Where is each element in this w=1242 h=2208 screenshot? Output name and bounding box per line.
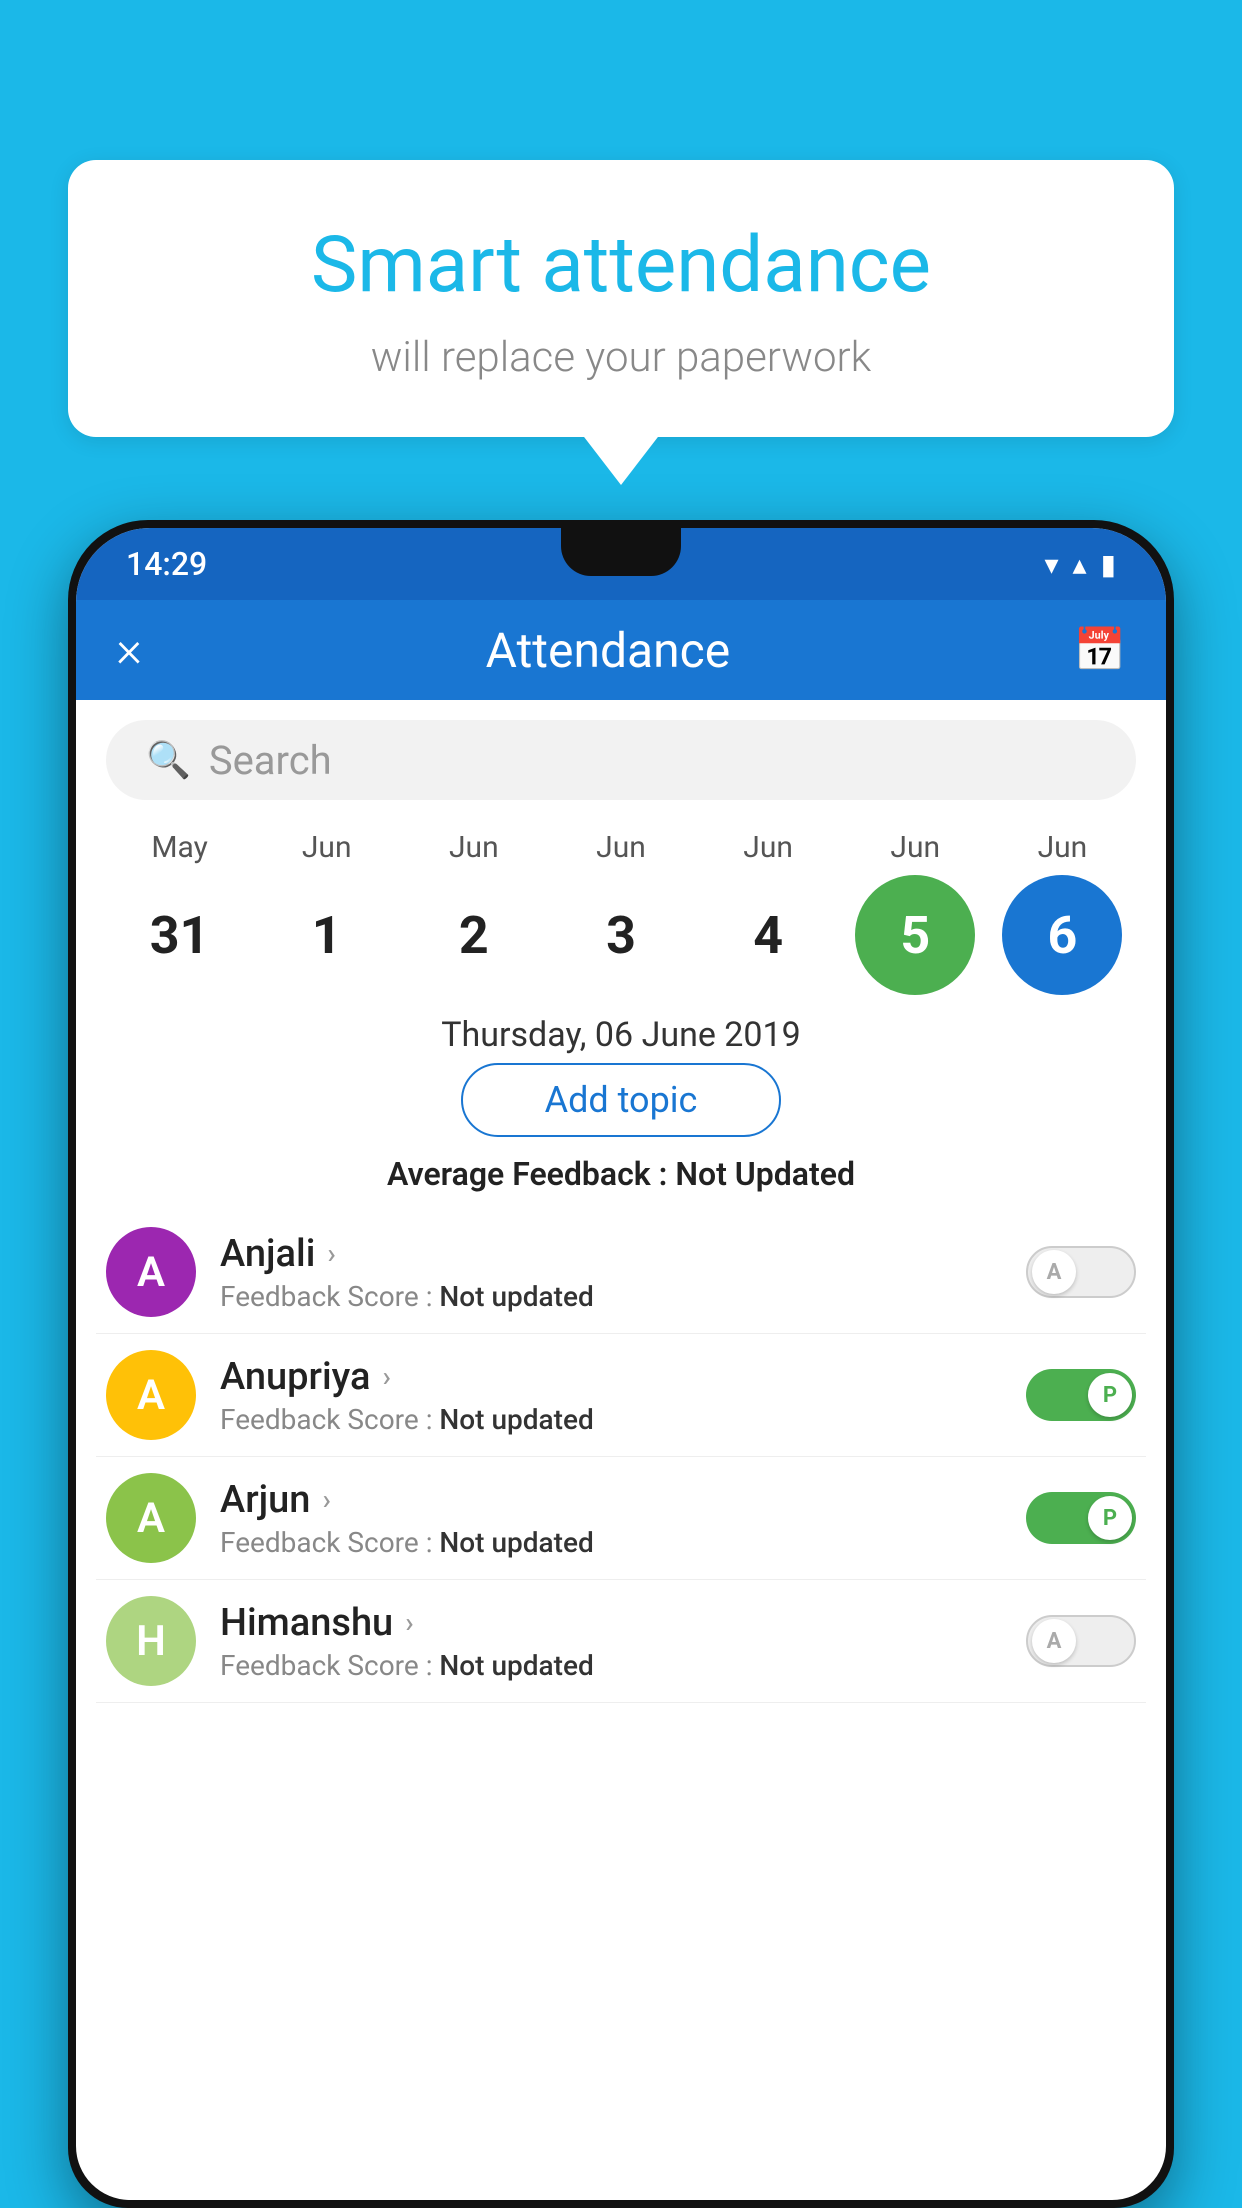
cal-date-2[interactable]: 2 xyxy=(414,875,534,995)
signal-icon: ▴ xyxy=(1073,548,1087,581)
speech-bubble: Smart attendance will replace your paper… xyxy=(68,160,1174,437)
student-item-1[interactable]: A Anupriya › Feedback Score : Not update… xyxy=(96,1334,1146,1457)
cal-date-1[interactable]: 1 xyxy=(267,875,387,995)
cal-month-5: Jun xyxy=(855,830,975,865)
status-icons: ▾ ▴ ▮ xyxy=(1044,548,1116,581)
attendance-toggle-3[interactable]: A xyxy=(1026,1615,1136,1667)
cal-month-2: Jun xyxy=(414,830,534,865)
cal-month-6: Jun xyxy=(1002,830,1122,865)
student-avatar-2: A xyxy=(106,1473,196,1563)
chevron-right-icon: › xyxy=(327,1237,335,1270)
status-time: 14:29 xyxy=(126,545,207,583)
student-info-1: Anupriya › Feedback Score : Not updated xyxy=(220,1355,1010,1436)
student-item-0[interactable]: A Anjali › Feedback Score : Not updated … xyxy=(96,1211,1146,1334)
avg-feedback-label: Average Feedback : xyxy=(387,1155,675,1193)
cal-date-6[interactable]: 6 xyxy=(1002,875,1122,995)
search-icon: 🔍 xyxy=(146,739,191,781)
student-feedback-1: Feedback Score : Not updated xyxy=(220,1403,1010,1436)
wifi-icon: ▾ xyxy=(1044,548,1058,581)
phone-screen: 14:29 ▾ ▴ ▮ × Attendance 📅 🔍 Search May … xyxy=(76,528,1166,2200)
attendance-toggle-0[interactable]: A xyxy=(1026,1246,1136,1298)
cal-date-0[interactable]: 31 xyxy=(120,875,240,995)
search-placeholder: Search xyxy=(209,737,332,784)
toggle-switch-1[interactable]: P xyxy=(1026,1369,1136,1421)
phone-frame: 14:29 ▾ ▴ ▮ × Attendance 📅 🔍 Search May … xyxy=(68,520,1174,2208)
chevron-right-icon: › xyxy=(405,1606,413,1639)
avg-feedback-value: Not Updated xyxy=(675,1155,855,1193)
cal-month-0: May xyxy=(120,830,240,865)
toggle-knob-1: P xyxy=(1088,1373,1132,1417)
calendar-strip: May Jun Jun Jun Jun Jun Jun 31 1 2 3 4 5… xyxy=(76,820,1166,1005)
student-item-3[interactable]: H Himanshu › Feedback Score : Not update… xyxy=(96,1580,1146,1703)
cal-month-3: Jun xyxy=(561,830,681,865)
student-info-0: Anjali › Feedback Score : Not updated xyxy=(220,1232,1010,1313)
student-avatar-3: H xyxy=(106,1596,196,1686)
student-avatar-0: A xyxy=(106,1227,196,1317)
chevron-right-icon: › xyxy=(322,1483,330,1516)
calendar-dates: 31 1 2 3 4 5 6 xyxy=(96,865,1146,1005)
attendance-toggle-2[interactable]: P xyxy=(1026,1492,1136,1544)
cal-date-3[interactable]: 3 xyxy=(561,875,681,995)
student-avatar-1: A xyxy=(106,1350,196,1440)
student-info-2: Arjun › Feedback Score : Not updated xyxy=(220,1478,1010,1559)
avg-feedback: Average Feedback : Not Updated xyxy=(76,1155,1166,1193)
bubble-title: Smart attendance xyxy=(118,220,1124,311)
cal-month-1: Jun xyxy=(267,830,387,865)
app-header: × Attendance 📅 xyxy=(76,600,1166,700)
chevron-right-icon: › xyxy=(382,1360,390,1393)
calendar-icon[interactable]: 📅 xyxy=(1074,626,1126,675)
close-button[interactable]: × xyxy=(116,625,142,675)
cal-date-5[interactable]: 5 xyxy=(855,875,975,995)
student-name-3: Himanshu › xyxy=(220,1601,1010,1645)
toggle-knob-0: A xyxy=(1032,1250,1076,1294)
student-feedback-0: Feedback Score : Not updated xyxy=(220,1280,1010,1313)
toggle-knob-3: A xyxy=(1032,1619,1076,1663)
cal-date-4[interactable]: 4 xyxy=(708,875,828,995)
toggle-switch-0[interactable]: A xyxy=(1026,1246,1136,1298)
student-name-2: Arjun › xyxy=(220,1478,1010,1522)
toggle-switch-3[interactable]: A xyxy=(1026,1615,1136,1667)
toggle-knob-2: P xyxy=(1088,1496,1132,1540)
selected-date: Thursday, 06 June 2019 xyxy=(76,1015,1166,1055)
calendar-months: May Jun Jun Jun Jun Jun Jun xyxy=(96,830,1146,865)
student-name-0: Anjali › xyxy=(220,1232,1010,1276)
student-feedback-3: Feedback Score : Not updated xyxy=(220,1649,1010,1682)
phone-notch xyxy=(561,528,681,576)
student-info-3: Himanshu › Feedback Score : Not updated xyxy=(220,1601,1010,1682)
app-title: Attendance xyxy=(486,622,731,679)
cal-month-4: Jun xyxy=(708,830,828,865)
student-name-1: Anupriya › xyxy=(220,1355,1010,1399)
battery-icon: ▮ xyxy=(1101,548,1116,581)
search-bar[interactable]: 🔍 Search xyxy=(106,720,1136,800)
attendance-toggle-1[interactable]: P xyxy=(1026,1369,1136,1421)
bubble-subtitle: will replace your paperwork xyxy=(118,333,1124,382)
student-feedback-2: Feedback Score : Not updated xyxy=(220,1526,1010,1559)
student-list: A Anjali › Feedback Score : Not updated … xyxy=(76,1211,1166,1703)
toggle-switch-2[interactable]: P xyxy=(1026,1492,1136,1544)
add-topic-button[interactable]: Add topic xyxy=(461,1063,781,1137)
student-item-2[interactable]: A Arjun › Feedback Score : Not updated P xyxy=(96,1457,1146,1580)
